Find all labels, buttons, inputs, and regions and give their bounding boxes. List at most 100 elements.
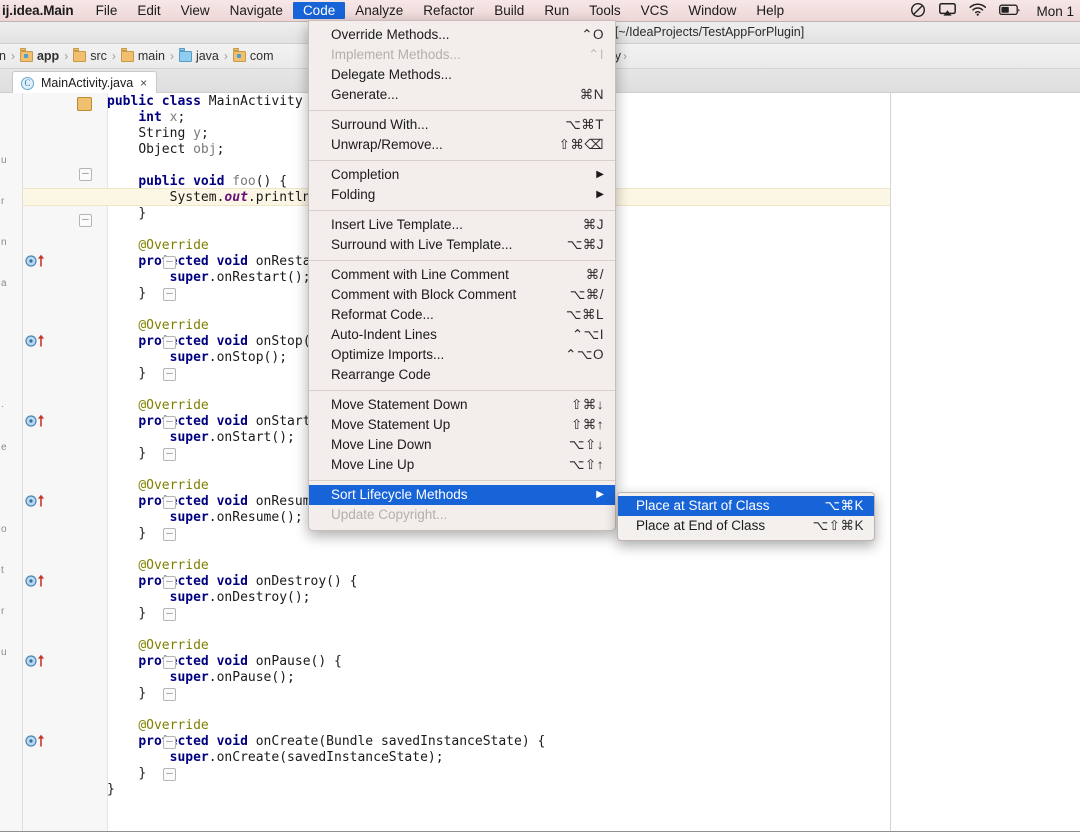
- override-method-marker-icon[interactable]: [25, 254, 51, 268]
- menu-item-move-line-up[interactable]: Move Line Up⌥⇧↑: [309, 455, 615, 475]
- fold-end-icon[interactable]: ─: [79, 214, 92, 227]
- menubar-item-view[interactable]: View: [171, 2, 220, 19]
- breadcrumb-label: com: [250, 49, 274, 63]
- menu-item-insert-live-template[interactable]: Insert Live Template...⌘J: [309, 215, 615, 235]
- menu-item-label: Move Statement Up: [331, 415, 555, 435]
- menu-item-label: Generate...: [331, 85, 564, 105]
- code-line: }: [107, 782, 890, 798]
- code-line: protected void onDestroy() {: [107, 574, 890, 590]
- menu-item-comment-with-line-comment[interactable]: Comment with Line Comment⌘/: [309, 265, 615, 285]
- menu-item-optimize-imports[interactable]: Optimize Imports...⌃⌥O: [309, 345, 615, 365]
- menubar-item-vcs[interactable]: VCS: [631, 2, 679, 19]
- code-menu-dropdown[interactable]: Override Methods...⌃OImplement Methods..…: [308, 20, 616, 531]
- menu-item-reformat-code[interactable]: Reformat Code...⌥⌘L: [309, 305, 615, 325]
- menu-item-rearrange-code[interactable]: Rearrange Code: [309, 365, 615, 385]
- submenu-item-place-at-start-of-class[interactable]: Place at Start of Class⌥⌘K: [618, 496, 874, 516]
- menu-item-shortcut: ⌃I: [588, 45, 604, 65]
- breadcrumb-item-com[interactable]: com: [230, 49, 277, 63]
- sort-lifecycle-methods-submenu[interactable]: Place at Start of Class⌥⌘KPlace at End o…: [617, 492, 875, 541]
- editor-tab-label: MainActivity.java: [41, 76, 133, 90]
- override-method-marker-icon[interactable]: [25, 414, 51, 428]
- menu-item-folding[interactable]: Folding▶: [309, 185, 615, 205]
- java-class-icon: C: [21, 77, 34, 90]
- breadcrumb-item-main[interactable]: main: [118, 49, 168, 63]
- menubar-item-window[interactable]: Window: [678, 2, 746, 19]
- fold-marker-icon[interactable]: ─: [163, 496, 176, 509]
- hidden-panel-ghost-text: t: [1, 565, 4, 576]
- menu-item-auto-indent-lines[interactable]: Auto-Indent Lines⌃⌥I: [309, 325, 615, 345]
- menu-item-label: Sort Lifecycle Methods: [331, 485, 582, 505]
- menu-item-completion[interactable]: Completion ▶: [309, 165, 615, 185]
- override-method-marker-icon[interactable]: [25, 574, 51, 588]
- airplay-icon[interactable]: [939, 3, 956, 20]
- menubar-clock[interactable]: Mon 1: [1034, 4, 1074, 19]
- menu-item-generate[interactable]: Generate...⌘N: [309, 85, 615, 105]
- submenu-arrow-icon: ▶: [596, 185, 604, 205]
- fold-marker-icon[interactable]: ─: [163, 256, 176, 269]
- breadcrumb-item-app[interactable]: app: [17, 49, 62, 63]
- override-method-marker-icon[interactable]: [25, 734, 51, 748]
- submenu-arrow-icon: ▶: [596, 165, 604, 185]
- fold-end-icon[interactable]: ─: [163, 608, 176, 621]
- override-method-marker-icon[interactable]: [25, 334, 51, 348]
- menubar-item-run[interactable]: Run: [534, 2, 579, 19]
- fold-end-icon[interactable]: ─: [163, 368, 176, 381]
- menu-item-label: Update Copyright...: [331, 505, 604, 525]
- fold-end-icon[interactable]: ─: [163, 448, 176, 461]
- fold-marker-icon[interactable]: ─: [163, 656, 176, 669]
- close-icon[interactable]: ×: [140, 77, 147, 89]
- menu-item-move-statement-up[interactable]: Move Statement Up ⇧⌘↑: [309, 415, 615, 435]
- menubar-item-build[interactable]: Build: [484, 2, 534, 19]
- fold-end-icon[interactable]: ─: [163, 688, 176, 701]
- menu-item-label: Completion: [331, 165, 582, 185]
- breadcrumb-item-n[interactable]: n: [0, 49, 9, 63]
- menu-item-shortcut: ⇧⌘↑: [571, 415, 604, 435]
- editor-tab-mainactivity[interactable]: C MainActivity.java ×: [12, 71, 157, 94]
- menu-item-unwrap-remove[interactable]: Unwrap/Remove...⇧⌘⌫: [309, 135, 615, 155]
- menu-item-move-line-down[interactable]: Move Line Down⌥⇧↓: [309, 435, 615, 455]
- menu-item-comment-with-block-comment[interactable]: Comment with Block Comment⌥⌘/: [309, 285, 615, 305]
- menu-item-shortcut: ⌘J: [583, 215, 604, 235]
- menubar-item-analyze[interactable]: Analyze: [345, 2, 413, 19]
- breadcrumb-item-src[interactable]: src: [70, 49, 110, 63]
- wifi-icon[interactable]: [969, 3, 986, 19]
- menubar-item-file[interactable]: File: [86, 2, 128, 19]
- menu-item-delegate-methods[interactable]: Delegate Methods...: [309, 65, 615, 85]
- menubar-app-title[interactable]: ij.idea.Main: [0, 3, 86, 18]
- editor-left-strip: urna·eotru: [0, 93, 23, 832]
- menu-item-sort-lifecycle-methods[interactable]: Sort Lifecycle Methods▶: [309, 485, 615, 505]
- menubar-item-help[interactable]: Help: [746, 2, 794, 19]
- menu-item-shortcut: ⌘/: [586, 265, 604, 285]
- breadcrumb-label: n: [0, 49, 6, 63]
- fold-marker-icon[interactable]: ─: [79, 168, 92, 181]
- menubar-item-code[interactable]: Code: [293, 2, 345, 19]
- battery-icon[interactable]: [999, 4, 1021, 19]
- menu-item-update-copyright: Update Copyright...: [309, 505, 615, 525]
- menu-item-shortcut: ⌃⌥I: [572, 325, 604, 345]
- fold-marker-icon[interactable]: ─: [163, 736, 176, 749]
- fold-end-icon[interactable]: ─: [163, 528, 176, 541]
- fold-marker-icon[interactable]: ─: [163, 576, 176, 589]
- fold-end-icon[interactable]: ─: [163, 768, 176, 781]
- menu-item-shortcut: ⌃⌥O: [565, 345, 604, 365]
- menu-item-surround-with-live-template[interactable]: Surround with Live Template...⌥⌘J: [309, 235, 615, 255]
- hidden-panel-ghost-text: ·: [1, 401, 4, 412]
- fold-end-icon[interactable]: ─: [163, 288, 176, 301]
- menubar-item-navigate[interactable]: Navigate: [220, 2, 293, 19]
- menu-item-surround-with[interactable]: Surround With...⌥⌘T: [309, 115, 615, 135]
- menu-item-override-methods[interactable]: Override Methods...⌃O: [309, 25, 615, 45]
- fold-marker-icon[interactable]: ─: [163, 416, 176, 429]
- override-method-marker-icon[interactable]: [25, 494, 51, 508]
- do-not-disturb-icon[interactable]: [910, 2, 926, 21]
- override-method-marker-icon[interactable]: [25, 654, 51, 668]
- code-line: protected void onPause() {: [107, 654, 890, 670]
- menu-item-move-statement-down[interactable]: Move Statement Down⇧⌘↓: [309, 395, 615, 415]
- menubar-item-refactor[interactable]: Refactor: [413, 2, 484, 19]
- breadcrumb-item-java[interactable]: java: [176, 49, 222, 63]
- submenu-item-place-at-end-of-class[interactable]: Place at End of Class⌥⇧⌘K: [618, 516, 874, 536]
- menubar-item-edit[interactable]: Edit: [127, 2, 170, 19]
- menu-item-shortcut: ⌥⌘L: [566, 305, 604, 325]
- fold-marker-icon[interactable]: ─: [163, 336, 176, 349]
- menubar-item-tools[interactable]: Tools: [579, 2, 631, 19]
- menu-item-shortcut: ⌥⌘T: [565, 115, 604, 135]
